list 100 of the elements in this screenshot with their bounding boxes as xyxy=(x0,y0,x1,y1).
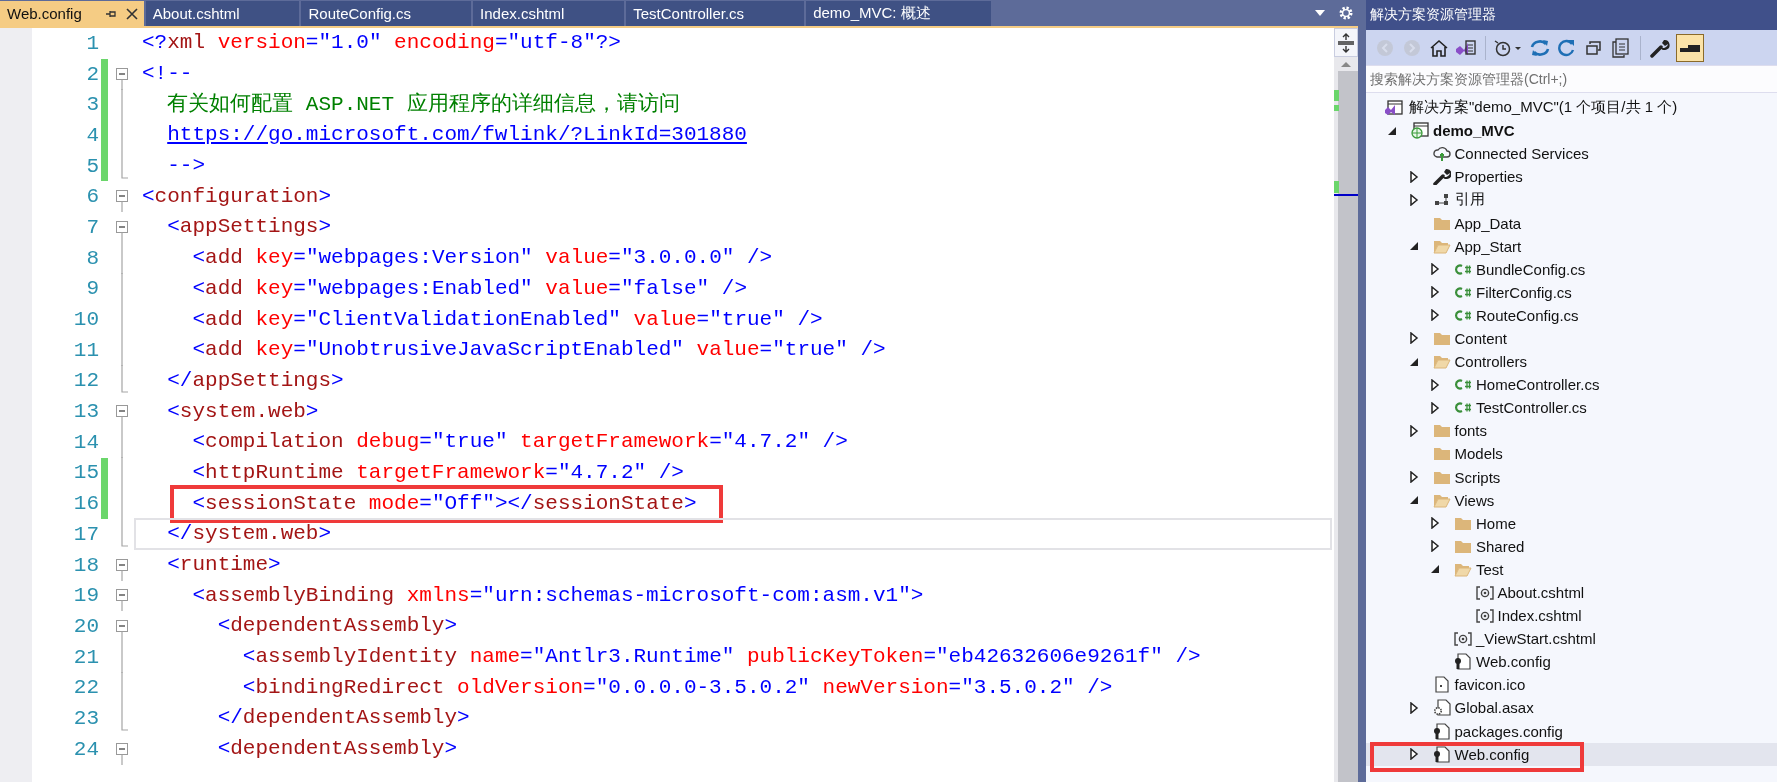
editor-tab[interactable]: demo_MVC: 概述 xyxy=(806,1,991,26)
line-number: 1 xyxy=(85,30,100,57)
tree-item[interactable]: Scripts xyxy=(1366,465,1777,489)
scroll-up-icon[interactable] xyxy=(1340,60,1352,68)
expand-arrow-icon[interactable] xyxy=(1430,517,1440,530)
code-line: 有关如何配置 ASP.NET 应用程序的详细信息，请访问 xyxy=(166,91,681,118)
tree-item[interactable]: Shared xyxy=(1366,534,1777,558)
expand-arrow-icon[interactable] xyxy=(1430,378,1440,391)
code-line: </dependentAssembly> xyxy=(216,705,471,732)
line-number: 13 xyxy=(72,399,100,426)
editor-tab[interactable]: Index.cshtml xyxy=(473,1,625,26)
tree-item[interactable]: About.cshtml xyxy=(1366,580,1777,605)
web-project-icon xyxy=(1411,122,1429,140)
line-number: 17 xyxy=(72,521,100,548)
code-line: <add key="UnobtrusiveJavaScriptEnabled" value="true" /> xyxy=(191,337,887,364)
tree-item[interactable]: Web.config xyxy=(1366,650,1777,674)
collapse-arrow-icon[interactable] xyxy=(1430,564,1440,575)
panel-title: 解决方案资源管理器 xyxy=(1366,0,1777,30)
tree-item[interactable]: Views xyxy=(1366,488,1777,512)
collapse-arrow-icon[interactable] xyxy=(1387,125,1397,136)
tree-item[interactable]: Controllers xyxy=(1366,350,1777,374)
tree-item[interactable]: HomeController.cs xyxy=(1366,373,1777,397)
expand-arrow-icon[interactable] xyxy=(1408,748,1419,761)
tree-item[interactable]: Test xyxy=(1366,557,1777,581)
line-number: 5 xyxy=(40,150,108,182)
cloud-icon xyxy=(1432,145,1451,163)
line-number: 21 xyxy=(72,644,100,671)
expand-arrow-icon[interactable] xyxy=(1408,702,1419,714)
collapse-arrow-icon[interactable] xyxy=(1408,495,1419,506)
preview-icon[interactable] xyxy=(1676,33,1704,62)
tree-item[interactable]: 引用 xyxy=(1366,188,1777,212)
expand-arrow-icon[interactable] xyxy=(1430,309,1440,322)
code-line: <add key="webpages:Enabled" value="false" /> xyxy=(191,275,748,302)
tree-item[interactable]: Global.asax xyxy=(1366,696,1777,720)
expand-arrow-icon[interactable] xyxy=(1430,540,1440,553)
tree-item[interactable]: FilterConfig.cs xyxy=(1366,280,1777,304)
settings-icon[interactable] xyxy=(1338,5,1354,21)
tree-item[interactable]: BundleConfig.cs xyxy=(1366,257,1777,281)
line-number: 12 xyxy=(72,368,100,395)
expand-arrow-icon[interactable] xyxy=(1430,263,1440,276)
tree-item[interactable]: Content xyxy=(1366,326,1777,351)
solution-label[interactable]: 解决方案"demo_MVC"(1 个项目/共 1 个) xyxy=(1409,98,1678,118)
expand-arrow-icon[interactable] xyxy=(1408,332,1419,345)
code-line: <?xml version="1.0" encoding="utf-8"?> xyxy=(141,30,622,57)
line-number: 20 xyxy=(72,613,100,640)
url-link[interactable]: https://go.microsoft.com/fwlink/?LinkId=301880 xyxy=(134,119,1332,152)
code-line: <dependentAssembly> xyxy=(216,736,459,763)
tree-item[interactable]: _ViewStart.cshtml xyxy=(1366,627,1777,651)
tree-item[interactable]: Properties xyxy=(1366,165,1777,189)
split-handle-icon[interactable] xyxy=(1337,32,1355,53)
tree-item[interactable]: Index.cshtml xyxy=(1366,604,1777,628)
line-number: 11 xyxy=(72,337,100,364)
folder-icon xyxy=(1432,330,1451,347)
line-number: 3 xyxy=(40,89,108,121)
line-number: 23 xyxy=(72,705,100,732)
tree-item[interactable]: demo_MVC xyxy=(1366,119,1777,143)
expand-arrow-icon[interactable] xyxy=(1408,193,1419,206)
close-icon[interactable] xyxy=(125,7,138,20)
editor-tab[interactable]: About.cshtml xyxy=(145,1,300,26)
expand-arrow-icon[interactable] xyxy=(1408,170,1419,183)
vertical-scrollbar[interactable] xyxy=(1334,28,1358,782)
line-number: 10 xyxy=(72,307,100,334)
collapse-arrow-icon[interactable] xyxy=(1408,241,1419,252)
code-line: <appSettings> xyxy=(166,214,333,241)
editor-tab[interactable]: RouteConfig.cs xyxy=(301,1,472,26)
expand-arrow-icon[interactable] xyxy=(1430,401,1440,414)
tree-item[interactable]: Connected Services xyxy=(1366,142,1777,166)
tree-item[interactable]: App_Data xyxy=(1366,211,1777,235)
dropdown-icon[interactable] xyxy=(1314,9,1326,17)
change-mark xyxy=(1334,105,1339,111)
line-number: 22 xyxy=(72,675,100,702)
config-file-icon xyxy=(1432,722,1451,740)
code-line: <runtime> xyxy=(166,552,282,579)
tree-item[interactable]: RouteConfig.cs xyxy=(1366,303,1777,327)
tree-item[interactable]: Home xyxy=(1366,511,1777,535)
line-number: 15 xyxy=(40,457,108,489)
expand-arrow-icon[interactable] xyxy=(1408,471,1419,484)
tree-item[interactable]: fonts xyxy=(1366,419,1777,443)
line-number: 4 xyxy=(40,120,108,151)
code-line: <assemblyBinding xmlns="urn:schemas-microsoft-com:asm.v1"> xyxy=(191,582,925,609)
expand-arrow-icon[interactable] xyxy=(1430,286,1440,299)
line-number: 18 xyxy=(72,552,100,579)
editor-tab[interactable]: Web.config xyxy=(0,1,144,26)
change-mark xyxy=(1334,90,1339,101)
code-line: <configuration> xyxy=(141,183,333,210)
collapse-arrow-icon[interactable] xyxy=(1408,356,1419,367)
code-line: <compilation debug="true" targetFramework="4.7.2" /> xyxy=(191,429,849,456)
code-line: <!-- xyxy=(141,61,194,88)
tree-item[interactable]: packages.config xyxy=(1366,719,1777,743)
tree-item[interactable]: favicon.ico xyxy=(1366,673,1777,697)
tree-item[interactable]: Models xyxy=(1366,442,1777,466)
open-folder-icon xyxy=(1432,353,1451,371)
editor-tab[interactable]: TestController.cs xyxy=(626,1,805,26)
tree-item[interactable]: App_Start xyxy=(1366,234,1777,258)
line-number: 19 xyxy=(72,583,100,610)
code-line: <add key="webpages:Version" value="3.0.0.0" /> xyxy=(191,245,774,272)
tree-item[interactable]: TestController.cs xyxy=(1366,396,1777,420)
code-line: <bindingRedirect oldVersion="0.0.0.0-3.5.0.2" newVersion="3.5.0.2" /> xyxy=(241,674,1114,701)
expand-arrow-icon[interactable] xyxy=(1408,424,1419,437)
line-number: 7 xyxy=(85,214,100,241)
